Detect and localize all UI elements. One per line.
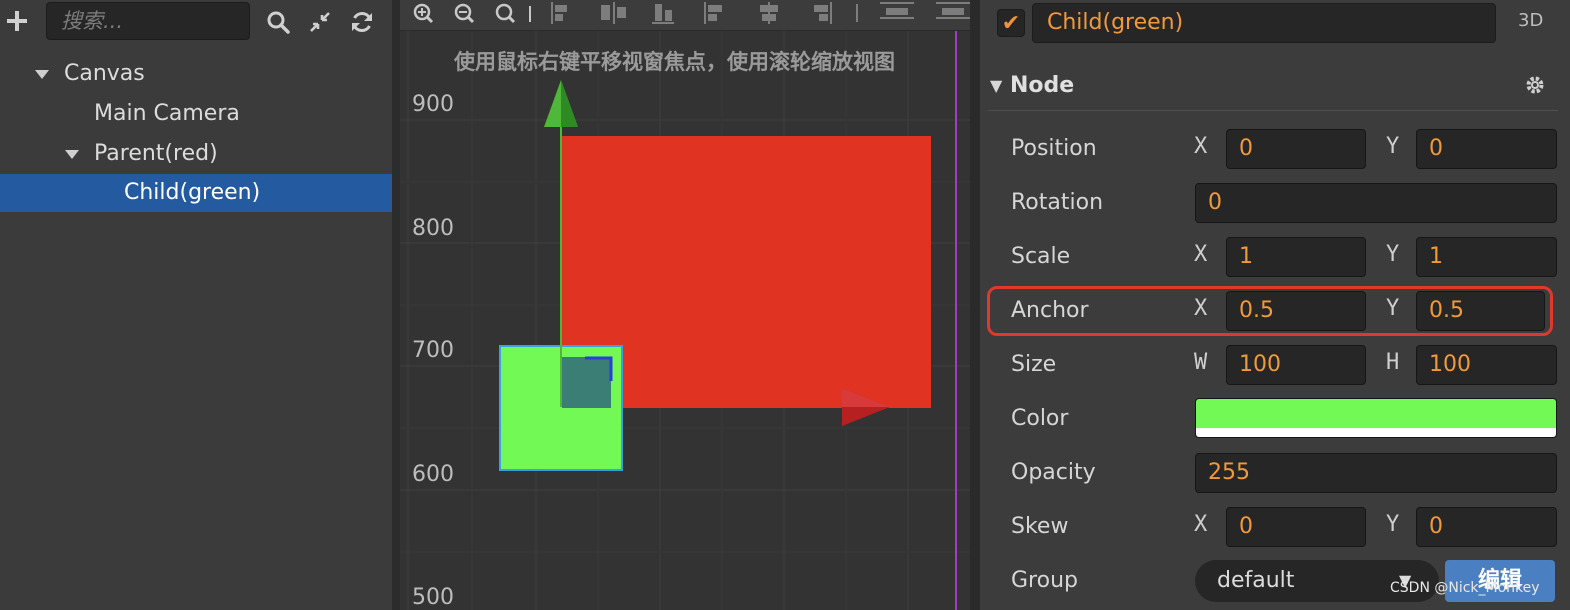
opacity-label: Opacity — [1011, 460, 1096, 485]
opacity-input[interactable]: 255 — [1195, 453, 1557, 493]
skew-x-input[interactable]: 0 — [1226, 507, 1366, 547]
axis-label: X — [1194, 134, 1208, 159]
mode-3d-toggle[interactable]: 3D — [1518, 10, 1543, 31]
tree-item-label: Main Camera — [94, 101, 240, 126]
anchor-x-input[interactable]: 0.5 — [1226, 291, 1366, 331]
scale-x-input[interactable]: 1 — [1226, 237, 1366, 277]
panel-divider[interactable] — [392, 0, 400, 610]
axis-label: Y — [1386, 134, 1400, 159]
tree-item-canvas[interactable]: Canvas — [0, 55, 392, 93]
inspector-panel: ✔ Child(green) 3D ▼ Node Position X 0 Y … — [980, 0, 1570, 610]
expand-caret-icon[interactable] — [65, 150, 79, 159]
tree-item-label: Parent(red) — [94, 141, 218, 166]
search-icon[interactable] — [264, 8, 292, 36]
expand-caret-icon[interactable] — [35, 70, 49, 79]
tree-item-label: Canvas — [64, 61, 145, 86]
color-label: Color — [1011, 406, 1069, 431]
tree-item-parent[interactable]: Parent(red) — [0, 135, 392, 173]
overlap-region — [562, 357, 611, 408]
section-title: Node — [1010, 73, 1075, 98]
active-checkbox[interactable]: ✔ — [997, 9, 1025, 37]
hierarchy-toolbar: 搜索... — [0, 0, 392, 44]
plus-icon[interactable] — [4, 6, 30, 36]
scale-label: Scale — [1011, 244, 1071, 269]
position-y-input[interactable]: 0 — [1416, 129, 1557, 169]
section-caret-icon: ▼ — [990, 76, 1003, 95]
watermark: CSDN @Nick_Monkey — [1390, 580, 1540, 596]
alpha-bar — [1196, 428, 1556, 437]
refresh-icon[interactable] — [348, 8, 376, 36]
anchor-label: Anchor — [1011, 298, 1089, 323]
panel-divider[interactable] — [970, 0, 980, 610]
collapse-icon[interactable] — [306, 8, 334, 36]
axis-label: Y — [1386, 512, 1400, 537]
node-section-header[interactable]: ▼ Node — [988, 66, 1558, 111]
skew-label: Skew — [1011, 514, 1069, 539]
axis-label: Y — [1386, 296, 1400, 321]
gear-icon[interactable] — [1524, 74, 1546, 100]
scale-y-input[interactable]: 1 — [1416, 237, 1557, 277]
position-label: Position — [1011, 136, 1097, 161]
axis-label: X — [1194, 512, 1208, 537]
color-picker[interactable] — [1195, 398, 1557, 438]
axis-label: Y — [1386, 242, 1400, 267]
axis-label: X — [1194, 296, 1208, 321]
rotation-input[interactable]: 0 — [1195, 183, 1557, 223]
group-label: Group — [1011, 568, 1078, 593]
skew-y-input[interactable]: 0 — [1416, 507, 1557, 547]
hierarchy-panel: 搜索... Canvas Main Camera Parent(red) Chi… — [0, 0, 392, 610]
axis-label: W — [1194, 350, 1208, 375]
axis-label: X — [1194, 242, 1208, 267]
tree-item-main-camera[interactable]: Main Camera — [0, 95, 392, 133]
tree-item-label: Child(green) — [124, 180, 261, 205]
size-height-input[interactable]: 100 — [1416, 345, 1557, 385]
size-label: Size — [1011, 352, 1057, 377]
scene-panel[interactable]: 使用鼠标右键平移视窗焦点，使用滚轮缩放视图 900 800 700 600 50… — [400, 0, 970, 610]
anchor-y-input[interactable]: 0.5 — [1416, 291, 1545, 331]
scene-nodes — [499, 80, 931, 471]
group-value: default — [1217, 568, 1295, 593]
axis-label: H — [1386, 350, 1400, 375]
search-input[interactable]: 搜索... — [46, 2, 250, 40]
check-icon: ✔ — [1001, 10, 1021, 36]
size-width-input[interactable]: 100 — [1226, 345, 1366, 385]
tree-item-child[interactable]: Child(green) — [0, 174, 392, 212]
rotation-label: Rotation — [1011, 190, 1104, 215]
color-swatch — [1196, 399, 1556, 428]
node-name-input[interactable]: Child(green) — [1032, 3, 1496, 43]
position-x-input[interactable]: 0 — [1226, 129, 1366, 169]
